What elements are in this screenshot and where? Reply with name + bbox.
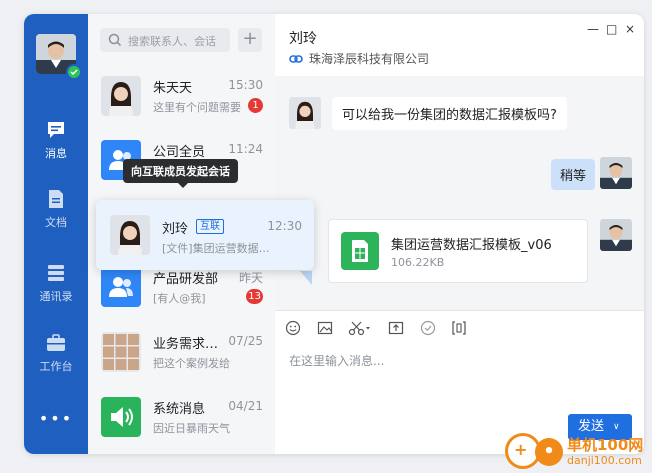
maximize-button[interactable]: □	[606, 22, 617, 36]
workbench-icon	[47, 334, 65, 351]
conversation-item[interactable]: 业务需求… 07/25 把这个案例发给	[88, 322, 275, 386]
conversation-time: 昨天	[238, 271, 263, 285]
group-photo-avatar	[101, 332, 141, 372]
nav-label: 通讯录	[39, 290, 73, 303]
online-status-icon	[66, 64, 82, 80]
upload-icon[interactable]	[388, 320, 404, 336]
check-circle-icon[interactable]	[420, 320, 436, 336]
input-toolbar	[275, 310, 644, 345]
message-area: 可以给我一份集团的数据汇报模板吗? 稍等 集团运营数据汇报模板_v06 106.…	[275, 76, 644, 310]
conversation-time: 04/21	[228, 399, 263, 413]
conversation-preview: 这里有个问题需要	[153, 101, 241, 114]
nav-label: 文档	[45, 216, 67, 229]
spreadsheet-file-icon	[341, 232, 379, 270]
conversation-preview: [有人@我]	[153, 292, 206, 305]
conversation-name: 刘玲	[162, 222, 189, 237]
speaker-icon	[101, 397, 141, 437]
file-name: 集团运营数据汇报模板_v06	[391, 238, 552, 253]
conversation-item[interactable]: 朱天天 15:30 这里有个问题需要 1	[88, 66, 275, 130]
nav-item-documents[interactable]: 文档	[24, 188, 88, 238]
unread-badge: 1	[248, 98, 263, 113]
message-icon	[48, 122, 64, 138]
conversation-time: 15:30	[228, 78, 263, 92]
hovered-conversation-card[interactable]: 刘玲 互联 12:30 [文件]集团运营数据…	[96, 200, 314, 270]
nav-item-workbench[interactable]: 工作台	[24, 332, 88, 382]
nav-label: 消息	[45, 147, 67, 160]
image-icon[interactable]	[317, 320, 333, 336]
person-female-avatar	[101, 76, 141, 116]
conversation-name: 系统消息	[153, 402, 206, 417]
emoji-icon[interactable]	[285, 320, 301, 336]
conversation-name: 业务需求…	[153, 337, 219, 352]
contacts-icon	[48, 265, 64, 281]
search-placeholder: 搜索联系人、会话	[128, 35, 216, 48]
conversation-name: 公司全员	[153, 145, 206, 160]
tooltip: 向互联成员发起会话	[123, 159, 238, 188]
sender-avatar	[289, 97, 321, 129]
link-icon	[289, 55, 303, 63]
message-bubble[interactable]: 可以给我一份集团的数据汇报模板吗?	[332, 97, 567, 130]
watermark-url: danji100.com	[567, 454, 642, 467]
conversation-name: 朱天天	[153, 81, 193, 96]
message-input[interactable]: 在这里输入消息...	[289, 352, 384, 369]
external-tag: 互联	[196, 219, 224, 234]
org-name: 珠海泽辰科技有限公司	[309, 52, 430, 66]
chat-title: 刘玲	[289, 31, 317, 47]
person-female-avatar	[110, 215, 150, 255]
my-message-avatar	[600, 157, 632, 189]
watermark-title: 单机100网	[567, 436, 644, 454]
conversation-preview: 把这个案例发给	[153, 357, 230, 370]
nav-item-messages[interactable]: 消息	[24, 119, 88, 169]
conversation-time: 11:24	[228, 142, 263, 156]
plus-icon: +	[514, 440, 528, 459]
nav-item-contacts[interactable]: 通讯录	[24, 262, 88, 312]
more-icon[interactable]: •••	[24, 409, 88, 428]
bracket-icon[interactable]	[451, 320, 467, 336]
group-avatar	[101, 267, 141, 307]
watermark-dot: •	[535, 438, 563, 466]
conversation-item[interactable]: 系统消息 04/21 因近日暴雨天气	[88, 387, 275, 451]
watermark-logo: + • 单机100网 danji100.com	[505, 420, 652, 473]
close-button[interactable]: ×	[625, 22, 635, 36]
conversation-preview: 因近日暴雨天气	[153, 422, 230, 435]
search-input[interactable]: 搜索联系人、会话	[100, 28, 230, 52]
app-window: 消息 文档 通讯录 工作台 ••• 搜索联系人、会话 + 朱天天 15:30 这…	[24, 14, 644, 454]
add-button[interactable]: +	[238, 28, 262, 52]
conversation-preview: [文件]集团运营数据…	[162, 242, 270, 255]
file-size: 106.22KB	[391, 256, 445, 269]
conversation-time: 07/25	[228, 334, 263, 348]
unread-badge: 13	[246, 289, 263, 304]
left-nav: 消息 文档 通讯录 工作台 •••	[24, 14, 88, 454]
conversation-time: 12:30	[267, 219, 302, 233]
conversation-name: 产品研发部	[153, 272, 219, 287]
chat-panel: 刘玲 珠海泽辰科技有限公司 — □ × 可以给我一份集团的数据汇报模板吗? 稍等	[275, 14, 644, 454]
my-message-avatar	[600, 219, 632, 251]
minimize-button[interactable]: —	[587, 22, 599, 36]
file-message[interactable]: 集团运营数据汇报模板_v06 106.22KB	[328, 219, 588, 283]
chat-org: 珠海泽辰科技有限公司	[289, 50, 429, 67]
scissors-icon[interactable]	[348, 320, 372, 336]
nav-label: 工作台	[39, 360, 73, 373]
message-bubble[interactable]: 稍等	[550, 159, 595, 190]
search-icon	[108, 33, 122, 47]
card-notch	[300, 271, 312, 285]
document-icon	[49, 190, 63, 208]
